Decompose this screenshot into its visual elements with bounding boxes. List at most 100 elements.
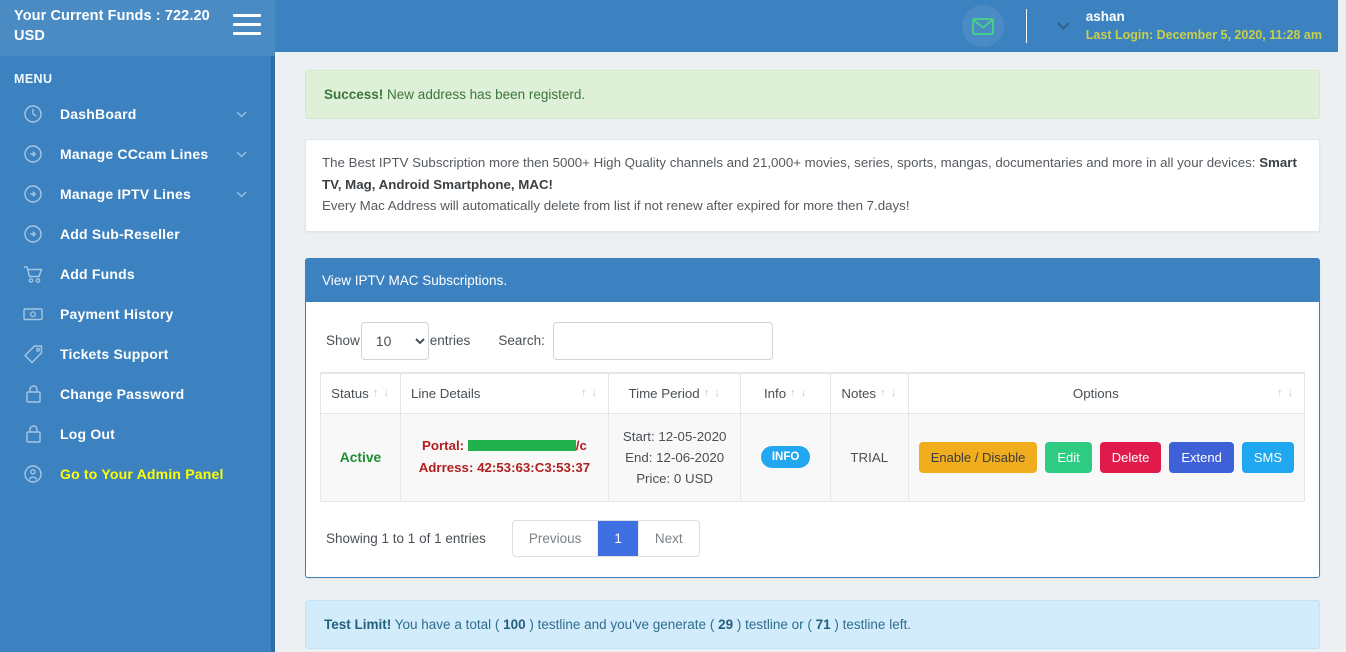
column-header-options[interactable]: Options ↑ ↓ xyxy=(907,371,1306,414)
lock-icon xyxy=(22,423,44,445)
end-date: End: 12-06-2020 xyxy=(625,449,725,465)
cell-info: INFO xyxy=(740,412,831,502)
money-bill-icon xyxy=(22,303,44,325)
column-label: Time Period xyxy=(628,385,700,401)
sidebar-item-manage-cccam-lines[interactable]: Manage CCcam Lines xyxy=(0,134,275,174)
sidebar-item-label: Manage CCcam Lines xyxy=(60,146,209,162)
sidebar-item-add-sub-reseller[interactable]: Add Sub-Reseller xyxy=(0,214,275,254)
lock-icon xyxy=(22,383,44,405)
sidebar-item-label: Go to Your Admin Panel xyxy=(60,466,224,482)
user-menu[interactable]: ashan Last Login: December 5, 2020, 11:2… xyxy=(1086,8,1330,43)
chevron-down-icon[interactable] xyxy=(1057,17,1070,35)
column-label: Info xyxy=(763,385,787,401)
test-limit-text-3: ) testline or ( xyxy=(733,616,816,632)
cell-time-period: Start: 12-05-2020 End: 12-06-2020 Price:… xyxy=(607,412,742,502)
test-limit-total: 100 xyxy=(503,616,526,632)
info-badge[interactable]: INFO xyxy=(760,446,811,468)
sidebar-item-change-password[interactable]: Change Password xyxy=(0,374,275,414)
sidebar-item-label: Payment History xyxy=(60,306,174,322)
last-login-label: Last Login: December 5, 2020, 11:28 am xyxy=(1085,27,1322,42)
start-date: Start: 12-05-2020 xyxy=(622,428,727,444)
arrow-circle-right-icon xyxy=(22,223,44,245)
pagination-page-1[interactable]: 1 xyxy=(598,520,639,556)
panel-body: Show 10 entries Search: Status ↑ ↓ Line … xyxy=(306,302,1319,577)
tag-icon xyxy=(22,343,44,365)
search-control: Search: xyxy=(498,321,773,360)
column-header-line-details[interactable]: Line Details ↑ ↓ xyxy=(399,371,609,414)
entries-label: entries xyxy=(429,333,471,348)
chevron-down-icon xyxy=(236,145,247,163)
panel-title: View IPTV MAC Subscriptions. xyxy=(306,258,1319,302)
sidebar-item-log-out[interactable]: Log Out xyxy=(0,414,275,454)
subscriptions-panel: View IPTV MAC Subscriptions. Show 10 ent… xyxy=(305,257,1320,578)
sidebar-item-tickets-support[interactable]: Tickets Support xyxy=(0,334,275,374)
sidebar-item-payment-history[interactable]: Payment History xyxy=(0,294,275,334)
sort-arrows-icon: ↑ ↓ xyxy=(372,387,390,399)
redacted-portal-url xyxy=(467,439,576,451)
sidebar-funds-header: Your Current Funds : 722.20 USD xyxy=(0,0,275,56)
sidebar-item-add-funds[interactable]: Add Funds xyxy=(0,254,275,294)
test-limit-text-2: ) testline and you've generate ( xyxy=(525,616,719,632)
arrow-circle-right-icon xyxy=(22,183,44,205)
pagination: Previous 1 Next xyxy=(511,519,700,557)
topbar-divider xyxy=(1025,9,1027,43)
showing-entries-label: Showing 1 to 1 of 1 entries xyxy=(326,530,486,546)
column-label: Notes xyxy=(841,385,877,401)
sidebar-item-dashboard[interactable]: DashBoard xyxy=(0,94,275,134)
delete-button[interactable]: Delete xyxy=(1099,441,1162,473)
test-limit-alert: Test Limit! You have a total ( 100 ) tes… xyxy=(305,599,1320,649)
test-limit-strong: Test Limit! xyxy=(324,616,392,632)
sort-arrows-icon: ↑ ↓ xyxy=(580,387,598,399)
pagination-next[interactable]: Next xyxy=(639,521,699,556)
extend-button[interactable]: Extend xyxy=(1169,441,1234,473)
column-header-time-period[interactable]: Time Period ↑ ↓ xyxy=(607,371,742,414)
test-limit-left: 71 xyxy=(815,616,831,632)
cell-options: Enable / Disable Edit Delete Extend SMS xyxy=(907,412,1306,502)
datatable-controls: Show 10 entries Search: xyxy=(320,316,1305,372)
test-limit-text-1: You have a total ( xyxy=(391,616,504,632)
topbar-right-group: ashan Last Login: December 5, 2020, 11:2… xyxy=(961,0,1330,52)
sms-button[interactable]: SMS xyxy=(1241,441,1294,473)
sidebar-item-manage-iptv-lines[interactable]: Manage IPTV Lines xyxy=(0,174,275,214)
sidebar-item-go-to-admin-panel[interactable]: Go to Your Admin Panel xyxy=(0,454,275,494)
test-limit-text-4: ) testline left. xyxy=(830,616,911,632)
table-head: Status ↑ ↓ Line Details ↑ ↓ Time Period ↑ ↓… xyxy=(320,371,1306,414)
sidebar-item-label: Add Funds xyxy=(60,266,135,282)
column-header-notes[interactable]: Notes ↑ ↓ xyxy=(829,371,909,414)
mac-address-line: Adrress: 42:53:63:C3:53:37 xyxy=(418,460,591,475)
search-label: Search: xyxy=(498,333,545,348)
sort-arrows-icon: ↑ ↓ xyxy=(880,387,898,399)
user-circle-icon xyxy=(22,463,44,485)
pagination-previous[interactable]: Previous xyxy=(513,520,599,556)
table-body: Active Portal: /c Adrress: 42:53:63:C3:5… xyxy=(320,412,1306,502)
cell-line-details: Portal: /c Adrress: 42:53:63:C3:53:37 xyxy=(399,412,609,502)
price: Price: 0 USD xyxy=(636,470,714,486)
portal-line: Portal: /c xyxy=(411,435,598,457)
sidebar-item-label: DashBoard xyxy=(60,106,137,122)
enable-disable-button[interactable]: Enable / Disable xyxy=(918,441,1038,473)
table-header-row: Status ↑ ↓ Line Details ↑ ↓ Time Period ↑ ↓… xyxy=(320,371,1306,414)
sort-arrows-icon: ↑ ↓ xyxy=(790,387,808,399)
portal-suffix: /c xyxy=(575,438,587,453)
column-header-status[interactable]: Status ↑ ↓ xyxy=(320,371,401,414)
search-input[interactable] xyxy=(552,321,773,360)
iptv-info-panel: The Best IPTV Subscription more then 500… xyxy=(305,139,1320,232)
sidebar-item-label: Add Sub-Reseller xyxy=(60,226,180,242)
subscriptions-table: Status ↑ ↓ Line Details ↑ ↓ Time Period ↑ ↓… xyxy=(320,371,1306,502)
length-control: Show 10 entries xyxy=(326,321,471,360)
edit-button[interactable]: Edit xyxy=(1045,441,1092,473)
status-badge: Active xyxy=(339,449,382,465)
envelope-icon[interactable] xyxy=(961,5,1004,47)
cell-status: Active xyxy=(320,412,401,502)
show-label: Show xyxy=(326,333,360,348)
menu-heading: MENU xyxy=(14,72,53,86)
user-name: ashan xyxy=(1085,9,1125,25)
test-limit-generated: 29 xyxy=(718,616,734,632)
sidebar-item-label: Manage IPTV Lines xyxy=(60,186,191,202)
column-header-info[interactable]: Info ↑ ↓ xyxy=(740,371,831,414)
column-label: Options xyxy=(1072,385,1119,401)
entries-select[interactable]: 10 xyxy=(360,321,429,360)
shopping-cart-icon xyxy=(22,263,44,285)
hamburger-icon[interactable] xyxy=(233,14,261,36)
cell-notes: TRIAL xyxy=(829,412,909,502)
